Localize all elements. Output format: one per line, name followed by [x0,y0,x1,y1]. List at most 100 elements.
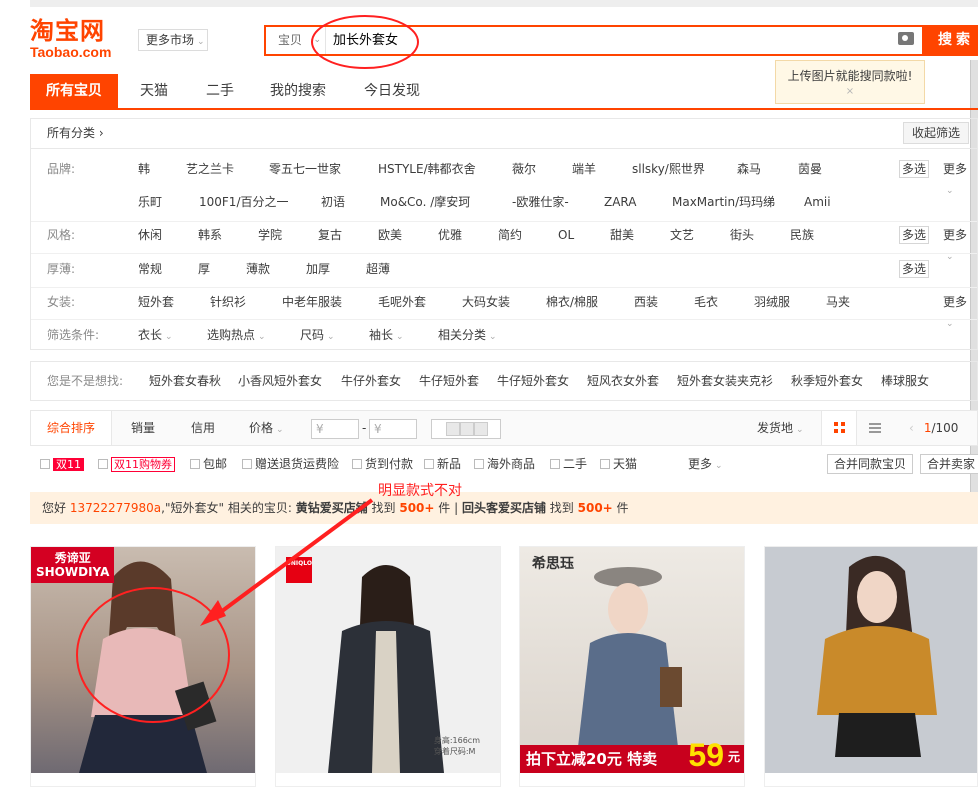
tab-all-items[interactable]: 所有宝贝 [30,74,118,108]
checkbox[interactable] [98,459,108,469]
grid-view-icon[interactable] [821,411,857,445]
filter-option[interactable]: 短外套 [138,292,174,312]
filter-option[interactable]: OL [558,225,574,245]
multi-select-button[interactable]: 多选 [899,160,929,178]
product-image[interactable]: 秀谛亚 SHOWDIYA [31,547,255,773]
suggestion-link[interactable]: 小香风短外套女 [238,362,322,400]
suggestion-link[interactable]: 棒球服女 [881,362,929,400]
checkbox[interactable] [40,459,50,469]
product-image[interactable] [765,547,977,773]
filter-option[interactable]: MaxMartin/玛玛绨 [672,192,775,212]
filter-option[interactable]: 大码女装 [462,292,510,312]
filter-option[interactable]: 森马 [737,159,761,179]
multi-select-button[interactable]: 多选 [899,260,929,278]
filter-option[interactable]: 中老年服装 [282,292,342,312]
more-filters-dropdown[interactable]: 更多 ⌄ [688,455,723,475]
filter-option[interactable]: 厚 [198,259,210,279]
checkbox[interactable] [474,459,484,469]
filter-option[interactable]: 马夹 [826,292,850,312]
suggestion-link[interactable]: 秋季短外套女 [791,362,863,400]
checkbox[interactable] [242,459,252,469]
price-range-slider[interactable] [431,419,501,439]
more-market-dropdown[interactable]: 更多市场 ⌄ [138,29,208,51]
filter-option[interactable]: 常规 [138,259,162,279]
product-card[interactable]: UNIQLO 身高:166cm 穿着尺码:M [275,546,501,787]
suggestion-link[interactable]: 牛仔外套女 [341,362,401,400]
sort-price[interactable]: 价格 ⌄ [249,411,284,447]
filter-option[interactable]: 羽绒服 [754,292,790,312]
filter-option[interactable]: 毛衣 [694,292,718,312]
filter-option[interactable]: -欧雅仕家- [512,192,569,212]
filter-option[interactable]: 薄款 [246,259,270,279]
filter-option[interactable]: 艺之兰卡 [186,159,234,179]
sort-default[interactable]: 综合排序 [31,411,113,445]
filter-option[interactable]: 欧美 [378,225,402,245]
double11-checkbox[interactable]: 双11 [40,455,84,474]
condition-dropdown[interactable]: 衣长 ⌄ [138,325,173,347]
filter-option[interactable]: sllsky/熙世界 [632,159,705,179]
checkbox[interactable] [424,459,434,469]
filter-checkbox[interactable]: 货到付款 [352,455,413,473]
filter-option[interactable]: 简约 [498,225,522,245]
price-from-input[interactable]: ¥ [311,419,359,439]
filter-option[interactable]: 韩 [138,159,150,179]
ship-from-dropdown[interactable]: 发货地 ⌄ [757,411,804,447]
shop-type-2[interactable]: 回头客爱买店铺 [462,501,546,515]
filter-checkbox[interactable]: 海外商品 [474,455,535,473]
checkbox[interactable] [352,459,362,469]
tab-my-search[interactable]: 我的搜索 [270,74,326,108]
suggestion-link[interactable]: 牛仔短外套女 [497,362,569,400]
filter-option[interactable]: Mo&Co. /摩安珂 [380,192,470,212]
suggestion-link[interactable]: 短外套女春秋 [149,362,221,400]
filter-option[interactable]: 零五七一世家 [269,159,341,179]
filter-option[interactable]: 甜美 [610,225,634,245]
filter-option[interactable]: 学院 [258,225,282,245]
filter-option[interactable]: 西装 [634,292,658,312]
prev-page-icon[interactable]: ‹ [909,421,914,435]
filter-option[interactable]: 棉衣/棉服 [546,292,598,312]
search-type-dropdown[interactable]: 宝贝 ⌄ [266,27,326,54]
sort-credit[interactable]: 信用 [191,411,215,445]
search-button[interactable]: 搜索 [922,25,978,56]
product-image[interactable]: UNIQLO 身高:166cm 穿着尺码:M [276,547,500,773]
filter-option[interactable]: 加厚 [306,259,330,279]
merge-same-items-button[interactable]: 合并同款宝贝 [827,454,914,474]
more-button[interactable]: 更多⌄ [943,225,977,267]
filter-option[interactable]: Amii [804,192,831,212]
filter-checkbox[interactable]: 包邮 [190,455,227,473]
collapse-filter-button[interactable]: 收起筛选 [902,122,969,144]
filter-option[interactable]: 乐町 [138,192,162,212]
taobao-logo[interactable]: 淘宝网 Taobao.com [30,18,126,64]
filter-option[interactable]: 文艺 [670,225,694,245]
suggestion-link[interactable]: 短风衣女外套 [587,362,659,400]
condition-dropdown[interactable]: 尺码 ⌄ [300,325,335,347]
checkbox[interactable] [600,459,610,469]
filter-option[interactable]: 针织衫 [210,292,246,312]
search-input[interactable]: 加长外套女 [333,27,398,54]
checkbox[interactable] [550,459,560,469]
condition-dropdown[interactable]: 相关分类 ⌄ [438,325,497,347]
filter-option[interactable]: 街头 [730,225,754,245]
filter-option[interactable]: 民族 [790,225,814,245]
filter-option[interactable]: 毛呢外套 [378,292,426,312]
more-button[interactable]: 更多⌄ [943,159,977,201]
all-categories-link[interactable]: 所有分类 › [47,119,104,147]
product-image[interactable]: 希思珏 拍下立减20元 特卖 59 元 [520,547,744,773]
multi-select-button[interactable]: 多选 [899,226,929,244]
shop-type-1[interactable]: 黄钻爱买店铺 [296,501,368,515]
filter-option[interactable]: 复古 [318,225,342,245]
filter-option[interactable]: 韩系 [198,225,222,245]
tab-today-discover[interactable]: 今日发现 [364,74,420,108]
filter-checkbox[interactable]: 新品 [424,455,461,473]
camera-icon[interactable] [898,32,914,45]
filter-checkbox[interactable]: 赠送退货运费险 [242,455,339,473]
more-button[interactable]: 更多⌄ [943,292,977,334]
list-view-icon[interactable] [869,423,881,433]
search-box[interactable]: 宝贝 ⌄ 加长外套女 [264,25,922,56]
product-card[interactable] [764,546,978,787]
filter-option[interactable]: 优雅 [438,225,462,245]
suggestion-link[interactable]: 牛仔短外套 [419,362,479,400]
price-to-input[interactable]: ¥ [369,419,417,439]
suggestion-link[interactable]: 短外套女装夹克衫 [677,362,773,400]
product-card[interactable]: 希思珏 拍下立减20元 特卖 59 元 [519,546,745,787]
